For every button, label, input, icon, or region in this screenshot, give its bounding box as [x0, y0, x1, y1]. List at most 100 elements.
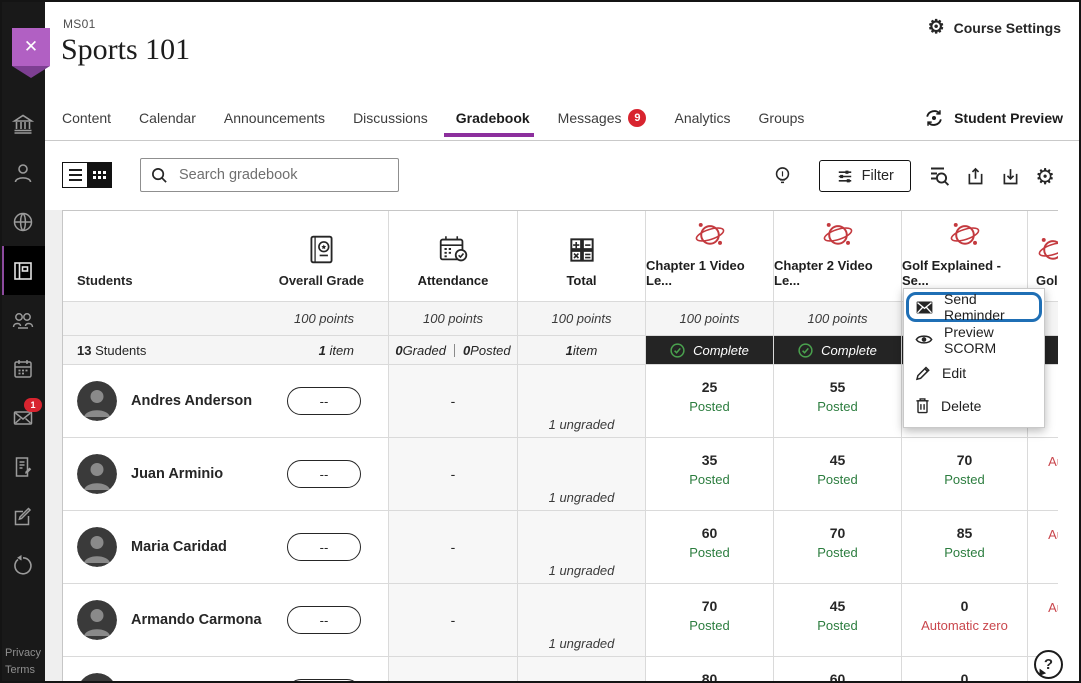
student-preview-icon: [923, 107, 945, 129]
compose-icon: [11, 504, 35, 528]
search-records-button[interactable]: [927, 164, 951, 188]
student-preview-button[interactable]: Student Preview: [923, 96, 1063, 140]
student-name[interactable]: Maria Caridad: [131, 539, 227, 555]
total-grade-cell[interactable]: 1 ungraded: [518, 584, 646, 656]
attendance-grade-cell[interactable]: -: [389, 511, 518, 583]
accessibility-indicator-button[interactable]: [774, 165, 791, 187]
column-header-chapter1[interactable]: Chapter 1 Video Le...: [646, 211, 774, 301]
attendance-summary-cell: 0 Graded 0 Posted: [389, 336, 518, 364]
attendance-grade-cell[interactable]: [389, 657, 518, 683]
tab-messages[interactable]: Messages 9: [558, 96, 647, 140]
download-button[interactable]: [1000, 166, 1021, 187]
student-name[interactable]: Andres Anderson: [131, 393, 252, 409]
total-grade-cell[interactable]: [518, 657, 646, 683]
total-grade-cell[interactable]: 1 ungraded: [518, 511, 646, 583]
envelope-icon: [916, 301, 933, 314]
golf-grade-cell[interactable]: 85 Posted: [902, 511, 1028, 583]
golf-grade-cell[interactable]: 0: [902, 657, 1028, 683]
messages-count-badge: 1: [24, 398, 42, 412]
overall-grade-pill[interactable]: --: [287, 387, 361, 415]
golf-grade-cell[interactable]: 0 Automatic zero: [902, 584, 1028, 656]
view-toggle[interactable]: [62, 162, 112, 188]
help-button[interactable]: ?: [1034, 650, 1063, 679]
upload-button[interactable]: [965, 166, 986, 187]
column-header-total[interactable]: Total: [518, 211, 646, 301]
chapter2-grade-cell[interactable]: 60: [774, 657, 902, 683]
overall-grade-pill[interactable]: --: [287, 679, 361, 683]
filter-sliders-icon: [837, 169, 853, 184]
chapter1-grade-cell[interactable]: 70 Posted: [646, 584, 774, 656]
overflow-grade-cell[interactable]: Automatic zero: [1028, 511, 1058, 583]
course-settings-button[interactable]: ⚙ Course Settings: [928, 18, 1061, 37]
overall-grade-pill[interactable]: --: [287, 460, 361, 488]
overflow-grade-cell[interactable]: Automatic zero: [1028, 584, 1058, 656]
filter-button[interactable]: Filter: [819, 160, 911, 192]
student-row: Juan Arminio -- - 1 ungraded 35 Posted 4…: [63, 438, 1058, 511]
gradebook-stage: Students Overall Grade: [45, 210, 1081, 683]
tab-calendar[interactable]: Calendar: [139, 96, 196, 140]
sidebar-item-tools[interactable]: [0, 491, 45, 540]
chapter2-grade-cell[interactable]: 55 Posted: [774, 365, 902, 437]
golf-grade-cell[interactable]: 70 Posted: [902, 438, 1028, 510]
attendance-grade-cell[interactable]: -: [389, 365, 518, 437]
sidebar-item-courses[interactable]: [0, 246, 45, 295]
tab-gradebook[interactable]: Gradebook: [456, 96, 530, 140]
column-header-students[interactable]: Students: [77, 273, 133, 288]
student-name[interactable]: Juan Arminio: [131, 466, 223, 482]
gradebook-search[interactable]: [140, 158, 399, 192]
menu-item-preview-scorm[interactable]: Preview SCORM: [904, 323, 1044, 356]
attendance-grade-cell[interactable]: -: [389, 584, 518, 656]
gear-icon: ⚙: [928, 18, 945, 37]
sidebar-item-institution[interactable]: [0, 99, 45, 148]
sidebar-item-grades[interactable]: [0, 442, 45, 491]
menu-item-send-reminder[interactable]: Send Reminder: [906, 292, 1042, 322]
total-grade-cell[interactable]: 1 ungraded: [518, 438, 646, 510]
tab-announcements[interactable]: Announcements: [224, 96, 325, 140]
tab-discussions[interactable]: Discussions: [353, 96, 428, 140]
chapter1-grade-cell[interactable]: 60 Posted: [646, 511, 774, 583]
student-name[interactable]: Armando Carmona: [131, 612, 262, 628]
chapter2-grade-cell[interactable]: 45 Posted: [774, 584, 902, 656]
column-header-attendance[interactable]: Attendance: [389, 211, 518, 301]
check-circle-icon: [798, 343, 813, 358]
privacy-link[interactable]: Privacy: [5, 645, 43, 662]
overall-grade-pill[interactable]: --: [287, 606, 361, 634]
attendance-grade-cell[interactable]: -: [389, 438, 518, 510]
chapter1-grade-cell[interactable]: 35 Posted: [646, 438, 774, 510]
tab-content[interactable]: Content: [62, 96, 111, 140]
tab-groups[interactable]: Groups: [759, 96, 805, 140]
chapter1-grade-cell[interactable]: 25 Posted: [646, 365, 774, 437]
close-course-button[interactable]: ✕: [12, 28, 50, 66]
chapter2-grade-cell[interactable]: 70 Posted: [774, 511, 902, 583]
overall-grade-icon: [305, 233, 338, 266]
complete-status-cell: Complete: [646, 336, 774, 364]
list-view-button[interactable]: [63, 163, 87, 187]
menu-item-edit[interactable]: Edit: [904, 356, 1044, 389]
upload-icon: [965, 166, 986, 187]
sidebar-item-signout[interactable]: [0, 540, 45, 589]
menu-item-delete[interactable]: Delete: [904, 389, 1044, 422]
search-input[interactable]: [177, 166, 388, 184]
chapter1-grade-cell[interactable]: 80: [646, 657, 774, 683]
column-header-overall-grade[interactable]: Overall Grade: [279, 233, 364, 288]
sidebar-item-organizations[interactable]: [0, 197, 45, 246]
tab-analytics[interactable]: Analytics: [674, 96, 730, 140]
sidebar-item-messages[interactable]: 1: [0, 393, 45, 442]
student-cell: Maria Caridad --: [63, 511, 389, 583]
terms-link[interactable]: Terms: [5, 662, 43, 679]
scorm-orbit-icon: [693, 217, 727, 251]
column-header-chapter2[interactable]: Chapter 2 Video Le...: [774, 211, 902, 301]
sidebar-item-community[interactable]: [0, 295, 45, 344]
sidebar-item-calendar[interactable]: [0, 344, 45, 393]
grid-view-button[interactable]: [87, 163, 111, 187]
gradebook-settings-button[interactable]: ⚙: [1035, 167, 1055, 186]
chapter2-grade-cell[interactable]: 45 Posted: [774, 438, 902, 510]
attendance-icon: [436, 232, 470, 266]
messages-badge: 9: [628, 109, 646, 127]
student-row: Armando Carmona -- - 1 ungraded 70 Poste…: [63, 584, 1058, 657]
total-grade-cell[interactable]: 1 ungraded: [518, 365, 646, 437]
overall-grade-pill[interactable]: --: [287, 533, 361, 561]
global-nav-sidebar: 1 Privacy Terms: [0, 0, 45, 683]
sidebar-item-profile[interactable]: [0, 148, 45, 197]
overflow-grade-cell[interactable]: Automatic zero: [1028, 438, 1058, 510]
